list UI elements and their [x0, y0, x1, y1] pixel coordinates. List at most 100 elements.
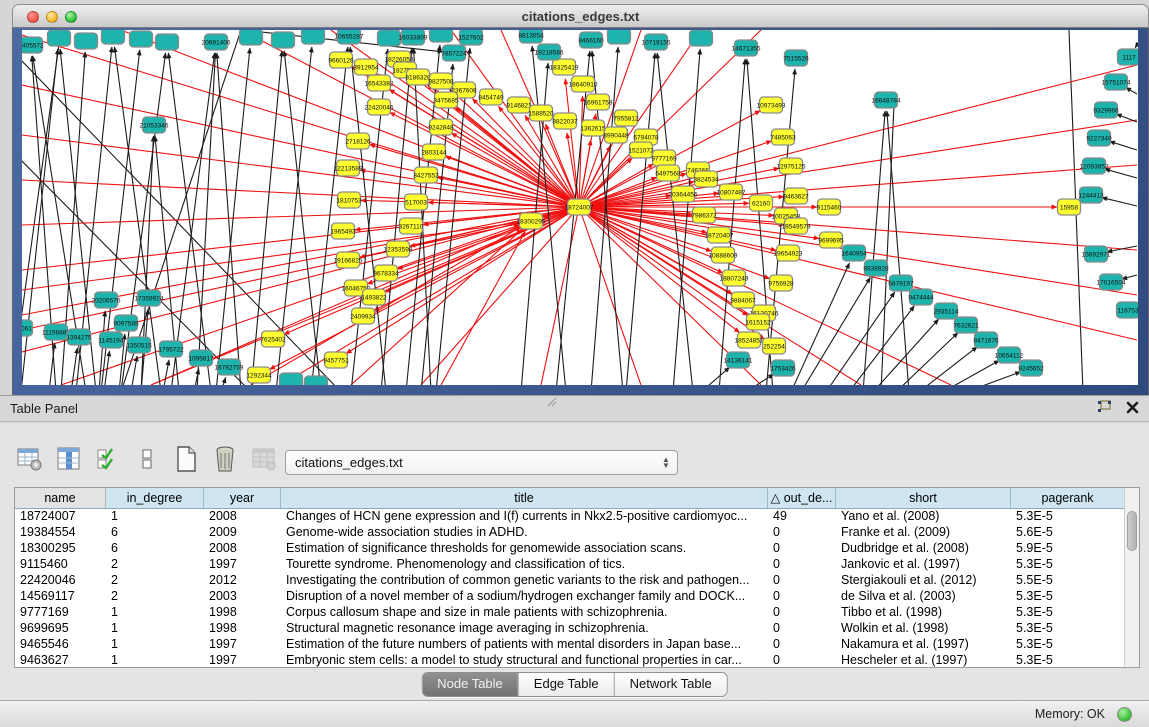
network-node[interactable] — [430, 30, 453, 42]
table-cell[interactable]: 2 — [106, 589, 204, 605]
table-row[interactable]: 1872400712008Changes of HCN gene express… — [15, 509, 1125, 525]
network-node[interactable]: 18325419 — [550, 59, 579, 75]
table-cell[interactable]: 5.3E-5 — [1011, 589, 1125, 605]
network-canvas[interactable]: 1872400718300295159581221358927181262242… — [22, 30, 1138, 385]
table-cell[interactable]: Estimation of the future numbers of pati… — [281, 637, 768, 653]
network-node[interactable]: 9227349 — [1086, 130, 1112, 146]
network-node[interactable]: 9245652 — [1018, 360, 1044, 376]
table-cell[interactable]: 9699695 — [15, 621, 106, 637]
network-node[interactable] — [608, 30, 631, 44]
table-vertical-scrollbar[interactable] — [1124, 488, 1139, 667]
table-cell[interactable]: 0 — [768, 605, 836, 621]
table-cell[interactable]: Embryonic stem cells: a model to study s… — [281, 653, 768, 669]
network-node[interactable]: 20206576 — [92, 292, 121, 308]
network-node[interactable] — [280, 373, 303, 385]
network-node[interactable]: 1965493 — [330, 223, 356, 239]
network-edge[interactable] — [887, 111, 909, 385]
network-node[interactable]: 18300295 — [517, 213, 546, 229]
network-node[interactable]: 16961758 — [584, 94, 613, 110]
table-mode-icon[interactable] — [16, 445, 44, 473]
network-node[interactable]: 15958 — [1058, 199, 1081, 215]
network-edge[interactable] — [579, 207, 1137, 340]
network-node[interactable]: 18807249 — [720, 270, 749, 286]
select-columns-check-icon[interactable] — [94, 445, 122, 473]
network-node[interactable]: 9827508 — [428, 73, 454, 89]
network-edge[interactable] — [1109, 141, 1137, 150]
network-node[interactable]: 16543382 — [365, 75, 394, 91]
network-node[interactable]: 8822037 — [552, 113, 578, 129]
network-node[interactable]: 19218586 — [535, 44, 564, 60]
table-cell[interactable]: 1997 — [204, 557, 281, 573]
network-node[interactable]: 7632621 — [953, 317, 979, 333]
table-cell[interactable]: Yano et al. (2008) — [836, 509, 1011, 525]
network-node[interactable]: 8938928 — [863, 260, 889, 276]
column-header-pagerank[interactable]: pagerank — [1011, 488, 1125, 509]
show-columns-icon[interactable] — [55, 445, 83, 473]
table-cell[interactable]: 1 — [106, 509, 204, 525]
table-cell[interactable]: 2 — [106, 557, 204, 573]
network-node[interactable]: 1795722 — [158, 341, 184, 357]
network-node[interactable]: 3824534 — [693, 171, 719, 187]
network-node[interactable]: 17359924 — [135, 290, 164, 306]
network-node[interactable]: 20691406 — [202, 34, 231, 50]
network-edge[interactable] — [163, 360, 169, 385]
network-node[interactable]: 8471676 — [973, 332, 999, 348]
table-cell[interactable]: 19384554 — [15, 525, 106, 541]
network-node[interactable] — [102, 30, 125, 44]
table-cell[interactable]: 18300295 — [15, 541, 106, 557]
table-cell[interactable]: 18724007 — [15, 509, 106, 525]
network-node[interactable]: 116753 — [1117, 302, 1139, 318]
network-node[interactable]: 9457751 — [323, 352, 349, 368]
table-cell[interactable]: Hescheler et al. (1997) — [836, 653, 1011, 669]
network-node[interactable]: 9884067 — [730, 292, 756, 308]
table-cell[interactable]: 0 — [768, 637, 836, 653]
table-cell[interactable]: Estimation of significance thresholds fo… — [281, 541, 768, 557]
table-cell[interactable]: 5.6E-5 — [1011, 525, 1125, 541]
network-node[interactable]: 9242848 — [428, 119, 454, 135]
network-node[interactable]: 12213589 — [334, 160, 363, 176]
network-edge[interactable] — [1105, 169, 1137, 178]
network-node[interactable]: 8427552 — [413, 167, 439, 183]
column-header-short[interactable]: short — [836, 488, 1011, 509]
table-cell[interactable]: 0 — [768, 557, 836, 573]
network-node[interactable]: 1521072 — [628, 142, 654, 158]
network-node[interactable]: 7485063 — [770, 129, 796, 145]
split-resize-grip[interactable] — [546, 397, 558, 407]
table-cell[interactable]: 2003 — [204, 589, 281, 605]
network-node[interactable]: 21053346 — [140, 117, 169, 133]
network-node[interactable]: 9660126 — [328, 52, 354, 68]
new-table-icon[interactable] — [172, 445, 200, 473]
table-cell[interactable]: de Silva et al. (2003) — [836, 589, 1011, 605]
network-node[interactable] — [302, 30, 325, 44]
network-node[interactable]: 17016504 — [1097, 274, 1126, 290]
table-row[interactable]: 2242004622012Investigating the contribut… — [15, 573, 1125, 589]
table-cell[interactable]: 1 — [106, 605, 204, 621]
network-edge[interactable] — [1116, 114, 1137, 122]
network-node[interactable]: 1493822 — [361, 289, 387, 305]
network-node[interactable]: 9699695 — [818, 232, 844, 248]
network-node[interactable]: 2405572 — [22, 37, 44, 53]
table-cell[interactable]: 1997 — [204, 653, 281, 669]
table-cell[interactable]: 0 — [768, 621, 836, 637]
network-node[interactable]: 3912954 — [353, 59, 379, 75]
network-edge[interactable] — [414, 48, 431, 385]
network-node[interactable]: 18724007 — [565, 199, 594, 215]
column-header-name[interactable]: name — [15, 488, 106, 509]
network-node[interactable]: 1350515 — [126, 337, 152, 353]
network-node[interactable]: 12093852 — [1080, 158, 1109, 174]
row-height-icon[interactable] — [133, 445, 161, 473]
network-edge[interactable] — [22, 224, 519, 330]
network-node[interactable]: 3267110 — [399, 218, 424, 234]
network-edge[interactable] — [1135, 45, 1137, 48]
network-node[interactable]: 7625402 — [260, 331, 286, 347]
table-cell[interactable]: 2008 — [204, 541, 281, 557]
table-row[interactable]: 977716911998Corpus callosum shape and si… — [15, 605, 1125, 621]
table-cell[interactable]: 2012 — [204, 573, 281, 589]
table-cell[interactable]: 1 — [106, 621, 204, 637]
network-node[interactable]: 1615152 — [745, 314, 771, 330]
column-header-in_degree[interactable]: in_degree — [106, 488, 204, 509]
network-node[interactable]: 517003 — [405, 194, 428, 210]
minimize-window-icon[interactable] — [46, 11, 58, 23]
column-header-year[interactable]: year — [204, 488, 281, 509]
network-edge[interactable] — [746, 374, 774, 385]
